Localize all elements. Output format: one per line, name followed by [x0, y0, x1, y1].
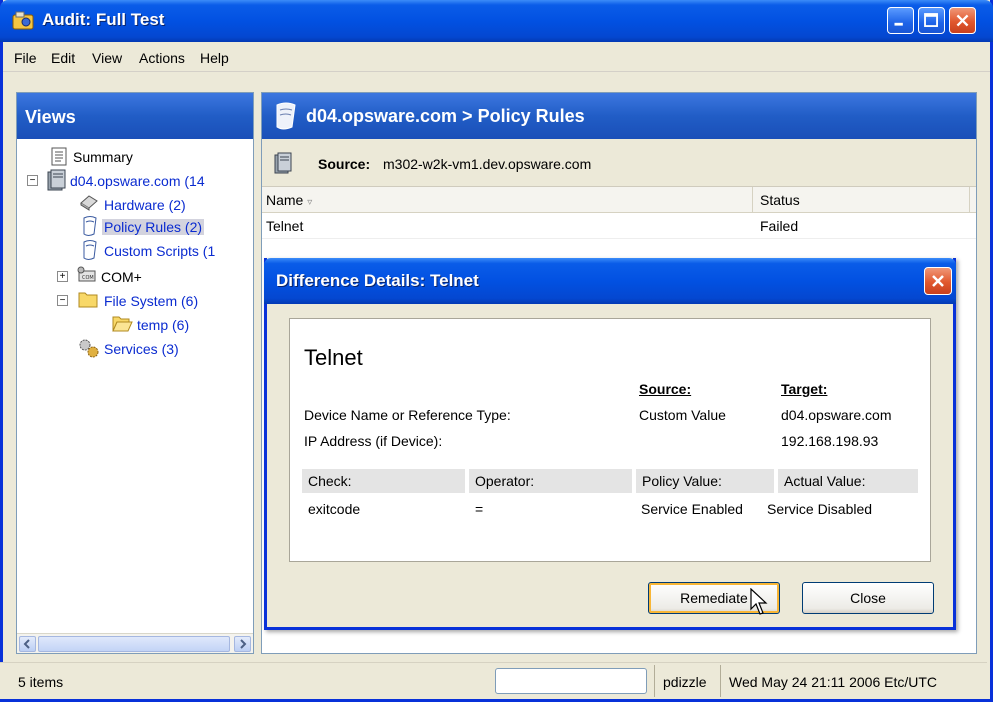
- summary-document-icon: [51, 147, 67, 166]
- menu-help[interactable]: Help: [200, 50, 229, 66]
- device-target-value: d04.opsware.com: [781, 407, 892, 423]
- close-window-button[interactable]: [949, 7, 976, 34]
- source-label: Source:: [318, 156, 371, 172]
- scroll-left-button[interactable]: [19, 636, 36, 652]
- device-name-label: Device Name or Reference Type:: [304, 407, 511, 423]
- arrow-right-icon: [240, 639, 247, 649]
- tree-item-com-plus[interactable]: COM+: [101, 269, 142, 285]
- com-plus-icon: COM: [77, 266, 96, 282]
- source-bar: Source: m302-w2k-vm1.dev.opsware.com: [262, 139, 976, 187]
- menu-actions[interactable]: Actions: [139, 50, 185, 66]
- views-panel: Views Summary − d04.opsware.com (14 Hard…: [16, 92, 254, 654]
- menu-edit[interactable]: Edit: [51, 50, 75, 66]
- device-source-value: Custom Value: [639, 407, 726, 423]
- status-bar: 5 items pdizzle Wed May 24 21:11 2006 Et…: [0, 662, 987, 699]
- status-user-field: pdizzle: [654, 665, 707, 697]
- table-row[interactable]: Telnet Failed: [262, 213, 976, 239]
- close-icon: [932, 275, 944, 287]
- policy-rules-header: d04.opsware.com > Policy Rules: [262, 93, 976, 139]
- status-datetime-field: Wed May 24 21:11 2006 Etc/UTC: [720, 665, 937, 697]
- sort-descending-icon: ▿: [307, 197, 313, 208]
- scroll-right-button[interactable]: [234, 636, 251, 652]
- row-name: Telnet: [266, 218, 304, 234]
- column-name-label: Name: [266, 192, 304, 208]
- column-divider[interactable]: [969, 187, 970, 213]
- dialog-title: Difference Details: Telnet: [276, 271, 479, 290]
- source-value: m302-w2k-vm1.dev.opsware.com: [383, 156, 592, 172]
- services-gears-icon: [79, 339, 99, 358]
- views-tree: Summary − d04.opsware.com (14 Hardware (…: [17, 139, 253, 609]
- tree-item-custom-scripts[interactable]: Custom Scripts (1: [104, 243, 215, 259]
- table-header: Name ▿ Status: [262, 187, 976, 213]
- ip-target-value: 192.168.198.93: [781, 433, 879, 449]
- policy-value-header: Policy Value:: [636, 469, 774, 493]
- folder-open-icon: [112, 316, 133, 332]
- menu-bar: File Edit View Actions Help: [3, 42, 990, 72]
- maximize-button[interactable]: [918, 7, 945, 34]
- expand-com-plus-toggle[interactable]: +: [57, 271, 68, 282]
- difference-details-dialog: Difference Details: Telnet Telnet Source…: [264, 258, 956, 630]
- maximize-icon: [924, 13, 938, 27]
- menu-file[interactable]: File: [14, 50, 37, 66]
- close-icon: [956, 14, 969, 27]
- tree-item-temp[interactable]: temp (6): [137, 317, 189, 333]
- menu-view[interactable]: View: [92, 50, 122, 66]
- check-value: exitcode: [308, 501, 361, 517]
- actual-value-header: Actual Value:: [778, 469, 918, 493]
- target-column-header: Target:: [781, 381, 828, 397]
- dialog-close-button[interactable]: [924, 267, 952, 295]
- views-horizontal-scrollbar[interactable]: [17, 633, 253, 653]
- actual-value: Service Disabled: [767, 501, 873, 517]
- item-count: 5 items: [18, 674, 64, 690]
- tree-item-hardware[interactable]: Hardware (2): [104, 197, 186, 213]
- policy-value: Service Enabled: [641, 501, 743, 517]
- dialog-title-bar[interactable]: Difference Details: Telnet: [264, 258, 956, 304]
- hardware-icon: [80, 195, 98, 211]
- scroll-thumb[interactable]: [38, 636, 230, 652]
- tree-item-summary[interactable]: Summary: [73, 149, 133, 165]
- rule-heading: Telnet: [304, 345, 363, 370]
- title-bar[interactable]: Audit: Full Test: [0, 0, 993, 42]
- row-status: Failed: [760, 218, 799, 234]
- close-button[interactable]: Close: [802, 582, 934, 614]
- tree-item-services[interactable]: Services (3): [104, 341, 179, 357]
- custom-scripts-icon: [83, 240, 97, 260]
- column-header-name[interactable]: Name ▿: [266, 192, 312, 208]
- minimize-icon: [894, 22, 903, 26]
- source-column-header: Source:: [639, 381, 692, 397]
- tree-item-policy-rules[interactable]: Policy Rules (2): [102, 219, 205, 235]
- user-name: pdizzle: [663, 674, 707, 690]
- column-divider[interactable]: [752, 187, 753, 213]
- collapse-file-system-toggle[interactable]: −: [57, 295, 68, 306]
- folder-icon: [78, 292, 98, 308]
- tree-item-server[interactable]: d04.opsware.com (14: [70, 173, 205, 189]
- check-header: Check:: [302, 469, 465, 493]
- arrow-left-icon: [23, 639, 30, 649]
- mouse-cursor-icon: [750, 588, 768, 615]
- collapse-server-toggle[interactable]: −: [27, 175, 38, 186]
- views-header: Views: [17, 93, 253, 139]
- source-server-icon: [274, 152, 292, 174]
- server-icon: [47, 169, 66, 191]
- difference-details-panel: Telnet Source: Target: Device Name or Re…: [289, 318, 931, 562]
- operator-header: Operator:: [469, 469, 632, 493]
- status-progress-field: [495, 668, 647, 694]
- svg-text:COM: COM: [82, 275, 94, 281]
- ip-address-label: IP Address (if Device):: [304, 433, 443, 449]
- minimize-button[interactable]: [887, 7, 914, 34]
- policy-rules-header-icon: [276, 102, 296, 130]
- status-datetime: Wed May 24 21:11 2006 Etc/UTC: [729, 674, 938, 690]
- policy-rules-icon: [83, 216, 97, 236]
- window-title: Audit: Full Test: [42, 10, 165, 29]
- panel-title: d04.opsware.com > Policy Rules: [306, 106, 585, 126]
- column-header-status[interactable]: Status: [760, 192, 800, 208]
- audit-app-icon: [12, 11, 34, 30]
- operator-value: =: [475, 501, 484, 517]
- tree-item-file-system[interactable]: File System (6): [104, 293, 198, 309]
